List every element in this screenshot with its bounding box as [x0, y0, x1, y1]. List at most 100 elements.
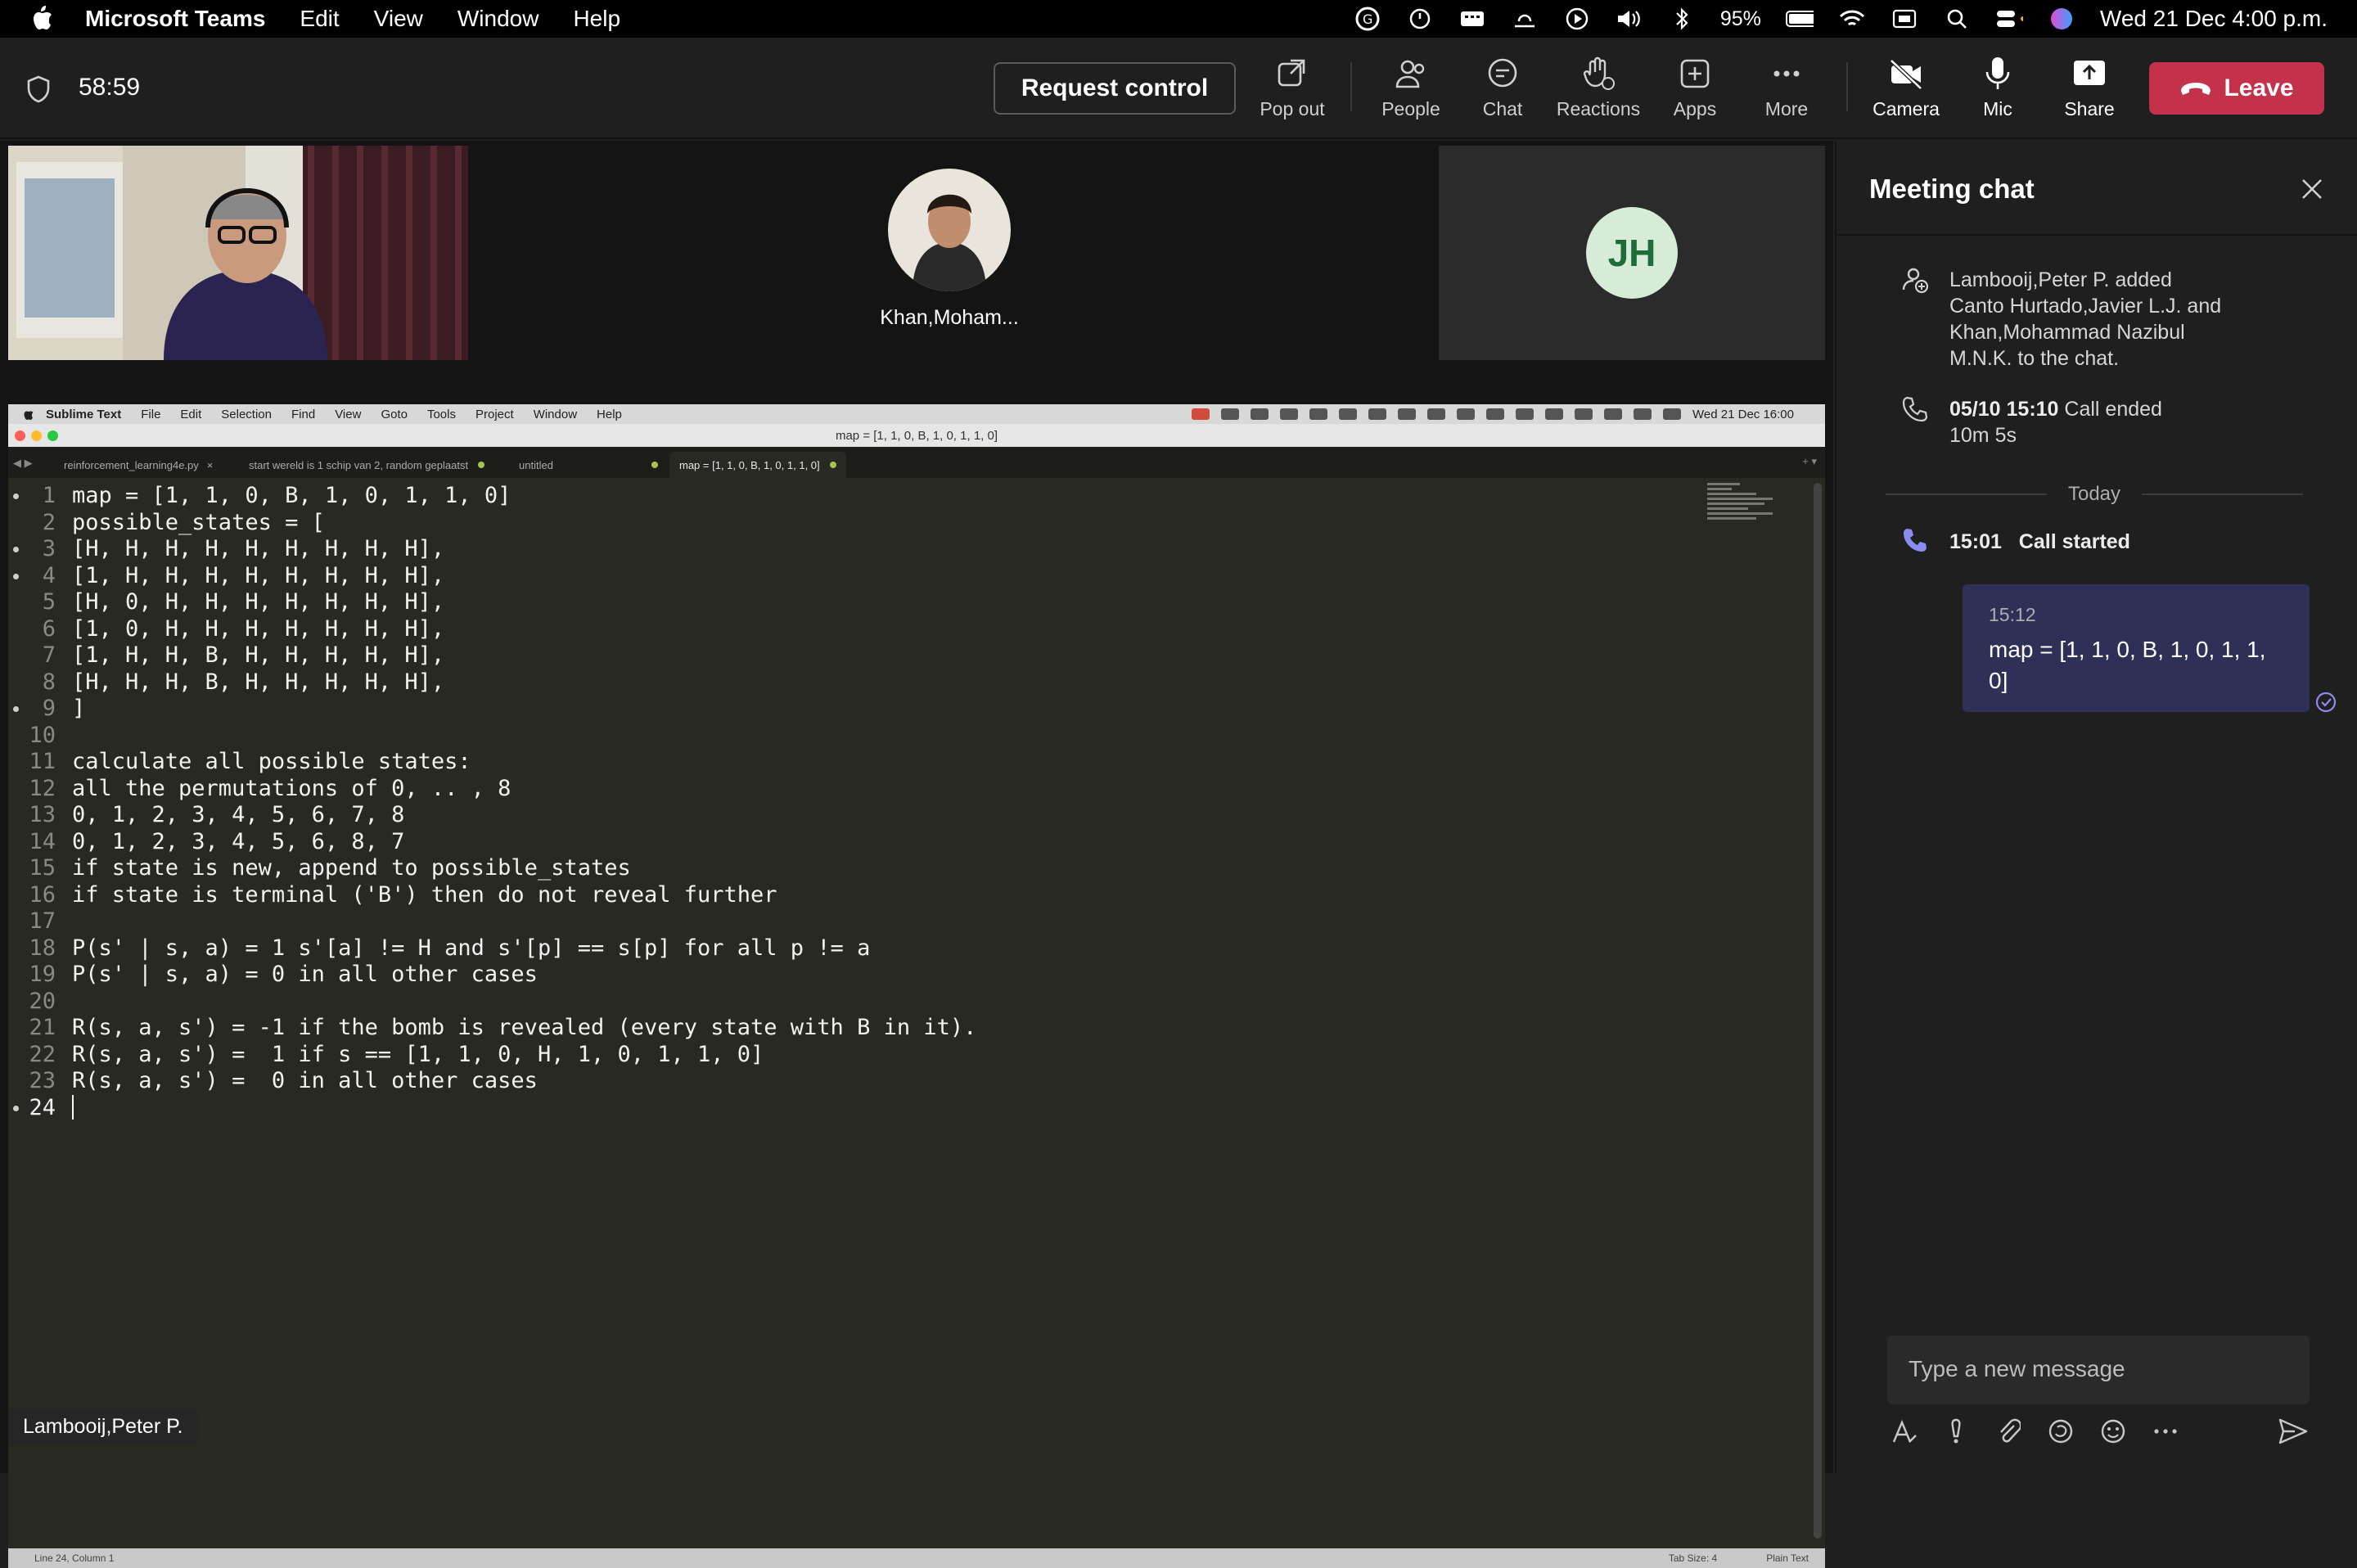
close-icon[interactable]: [2300, 177, 2324, 201]
chat-button[interactable]: Chat: [1458, 56, 1548, 120]
menu-app-name[interactable]: Microsoft Teams: [85, 6, 265, 32]
apps-button[interactable]: Apps: [1650, 56, 1740, 120]
code-line: 5 [H, 0, H, H, H, H, H, H, H],: [8, 589, 976, 616]
status-icon: [1398, 408, 1417, 420]
code-text: calculate all possible states:: [72, 749, 471, 774]
editor-window-title: map = [1, 1, 0, B, 1, 0, 1, 1, 0]: [835, 428, 998, 443]
meeting-stage: Khan,Moham... JH Sublime Text File Edit …: [0, 141, 1833, 1568]
toolbar-divider: [1846, 62, 1848, 111]
battery-percent: 95%: [1719, 7, 1761, 30]
code-line: 6 [1, 0, H, H, H, H, H, H, H],: [8, 616, 976, 643]
apple-icon: [24, 411, 34, 420]
send-icon[interactable]: [2277, 1415, 2310, 1448]
status-icon: [1280, 408, 1299, 420]
menu-edit[interactable]: Edit: [300, 6, 339, 32]
spotlight-search-icon[interactable]: [1943, 7, 1971, 31]
menu-view[interactable]: View: [374, 6, 423, 32]
code-text: [1, 0, H, H, H, H, H, H, H],: [72, 615, 445, 642]
emoji-icon[interactable]: [2097, 1415, 2129, 1448]
leave-label: Leave: [2224, 74, 2294, 101]
pop-out-button[interactable]: Pop out: [1247, 56, 1337, 120]
code-text: 0, 1, 2, 3, 4, 5, 6, 7, 8: [72, 802, 405, 827]
shared-screen[interactable]: Sublime Text File Edit Selection Find Vi…: [8, 404, 1825, 1568]
menu-window[interactable]: Window: [457, 6, 539, 32]
editor-tabbar: ◀ ▶ reinforcement_learning4e.py × start w…: [8, 447, 1825, 478]
shared-menu-item: File: [141, 407, 161, 421]
bluetooth-icon[interactable]: [1668, 7, 1696, 31]
shared-menu-item: Help: [597, 407, 622, 421]
presenter-name-label: Lambooij,Peter P.: [8, 1409, 198, 1444]
meeting-chat-panel: Meeting chat Lambooij,Peter P. added Can…: [1835, 141, 2357, 1473]
code-text: R(s, a, s') = 0 in all other cases: [72, 1068, 538, 1093]
play-icon[interactable]: [1563, 7, 1591, 31]
format-icon[interactable]: [1887, 1415, 1920, 1448]
share-button[interactable]: Share: [2044, 56, 2134, 120]
screen-record-icon[interactable]: [1891, 7, 1918, 31]
status-icon: [1486, 408, 1505, 420]
status-icon: [1368, 408, 1387, 420]
code-line: 12 all the permutations of 0, .. , 8: [8, 776, 976, 803]
line-number: 9: [8, 696, 72, 723]
menubar-clock[interactable]: Wed 21 Dec 4:00 p.m.: [2100, 6, 2328, 32]
control-center-icon[interactable]: [1995, 7, 2023, 31]
compose-toolbar: [1887, 1411, 2329, 1452]
status-icon: [1427, 408, 1446, 420]
message-time: 15:12: [1989, 604, 2036, 625]
line-number: 10: [29, 722, 56, 748]
important-icon[interactable]: [1940, 1415, 1972, 1448]
editor-status-tabsize: Tab Size: 4: [1668, 1552, 1718, 1564]
more-label: More: [1764, 98, 1809, 119]
more-options-icon[interactable]: [2149, 1415, 2182, 1448]
participant-tile-jh[interactable]: JH: [1439, 146, 1825, 360]
camera-button[interactable]: Camera: [1861, 56, 1951, 120]
line-number: 24: [8, 1095, 72, 1122]
loop-icon[interactable]: [2044, 1415, 2077, 1448]
date-divider: Today: [1886, 483, 2304, 506]
chat-message-bubble[interactable]: 15:12 map = [1, 1, 0, B, 1, 0, 1, 1, 0]: [1963, 584, 2310, 712]
people-button[interactable]: People: [1366, 56, 1456, 120]
participant-video-lambooij[interactable]: [8, 146, 468, 360]
apple-icon[interactable]: [29, 5, 54, 33]
code-line: 13 0, 1, 2, 3, 4, 5, 6, 7, 8: [8, 802, 976, 829]
status-icon: [1516, 408, 1535, 420]
mic-button[interactable]: Mic: [1953, 56, 2043, 120]
participant-name: Khan,Moham...: [880, 306, 1019, 329]
line-number: 21: [29, 1015, 56, 1040]
chat-label: Chat: [1482, 98, 1523, 119]
keyboard-icon[interactable]: [1458, 7, 1486, 31]
phone-call-icon: [1904, 529, 1927, 552]
line-number: 8: [42, 669, 56, 695]
code-text: [H, 0, H, H, H, H, H, H, H],: [72, 589, 445, 615]
line-number: 11: [29, 749, 56, 774]
editor-tab-active: map = [1, 1, 0, B, 1, 0, 1, 1, 0]: [669, 452, 846, 478]
code-text: [H, H, H, B, H, H, H, H, H],: [72, 669, 445, 695]
attach-icon[interactable]: [1992, 1415, 2025, 1448]
phone-icon: [1902, 396, 1928, 422]
wifi-icon[interactable]: [1838, 7, 1866, 31]
toolbar-divider: [1350, 62, 1352, 111]
participant-tile-khan[interactable]: Khan,Moham...: [868, 169, 1031, 349]
line-number: 14: [29, 828, 56, 854]
leave-button[interactable]: Leave: [2149, 62, 2324, 115]
pop-out-icon: [1274, 56, 1310, 92]
chat-icon: [1485, 56, 1521, 92]
grammarly-icon[interactable]: G: [1354, 7, 1381, 31]
status-icon: [1575, 408, 1593, 420]
battery-icon[interactable]: [1785, 7, 1814, 31]
more-button[interactable]: More: [1742, 56, 1832, 120]
apps-icon: [1677, 56, 1713, 92]
message-input[interactable]: Type a new message: [1887, 1336, 2310, 1404]
request-control-button[interactable]: Request control: [994, 62, 1236, 115]
reactions-button[interactable]: Reactions: [1553, 56, 1643, 120]
line-number: 2: [42, 509, 56, 535]
menu-help[interactable]: Help: [573, 6, 620, 32]
weather-icon[interactable]: [1511, 7, 1539, 31]
line-number: 20: [29, 988, 56, 1014]
shared-clock: Wed 21 Dec 16:00: [1692, 407, 1794, 421]
timer-icon[interactable]: [1406, 7, 1434, 31]
volume-icon[interactable]: [1616, 7, 1643, 31]
line-number: 6: [42, 615, 56, 642]
siri-icon[interactable]: [2048, 7, 2075, 31]
status-icon: [1192, 408, 1210, 420]
line-number: 22: [29, 1041, 56, 1067]
